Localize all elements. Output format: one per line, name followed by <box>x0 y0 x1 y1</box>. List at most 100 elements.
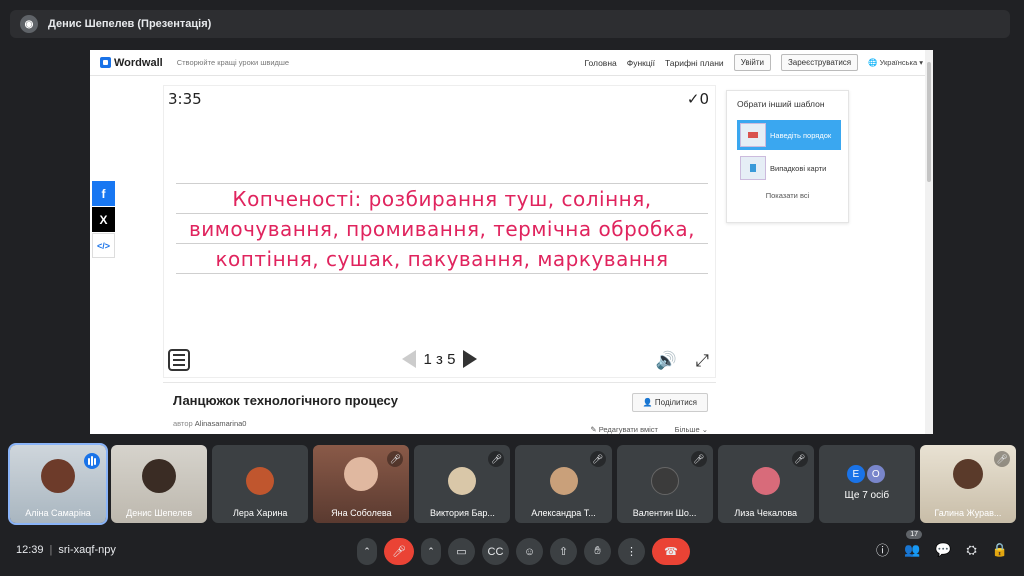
raise-hand-button[interactable]: ✋︎ <box>584 538 611 565</box>
chat-icon[interactable]: 💬 <box>935 542 951 558</box>
participant-name: Денис Шепелев <box>126 508 193 518</box>
more-dropdown[interactable]: Більше ⌄ <box>675 425 708 434</box>
present-button[interactable]: ⇧ <box>550 538 577 565</box>
participant-tile[interactable]: 🎤︎ Галина Журав... <box>919 445 1016 523</box>
mic-off-icon: 🎤︎ <box>488 451 505 467</box>
pager: 1 з 5 <box>401 350 478 368</box>
sound-icon[interactable]: 🔊 <box>656 351 677 371</box>
prev-arrow-icon[interactable] <box>401 350 416 368</box>
card-line: коптіння, сушак, пакування, маркування <box>176 243 708 274</box>
card-text[interactable]: Копченості: розбирання туш, соління, вим… <box>176 183 708 274</box>
embed-icon[interactable]: </> <box>92 233 115 258</box>
participant-name: Лера Харина <box>233 508 288 518</box>
presentation-title: Денис Шепелев (Презентація) <box>48 18 212 30</box>
nav-link-home[interactable]: Головна <box>584 58 616 68</box>
template-order-icon <box>740 123 766 147</box>
mic-off-icon: 🎤︎ <box>589 451 606 467</box>
participant-strip: Аліна Самаріна Денис Шепелев Лера Харина… <box>7 443 1016 525</box>
info-icon[interactable]: ⓘ <box>876 540 889 559</box>
participant-name: Валентин Шо... <box>632 508 697 518</box>
participant-tile[interactable]: Денис Шепелев <box>111 445 208 523</box>
participant-name: Александра Т... <box>531 508 596 518</box>
wordwall-logo-icon <box>100 57 111 68</box>
template-panel-title: Обрати інший шаблон <box>737 99 825 109</box>
host-controls-icon[interactable]: 🔒 <box>992 542 1008 558</box>
card-line: Копченості: розбирання туш, соління, <box>176 183 708 214</box>
page-scrollbar[interactable] <box>925 50 933 434</box>
activity-title: Ланцюжок технологічного процесу <box>173 393 398 408</box>
author-name[interactable]: Alinasamarina0 <box>195 419 247 428</box>
card-line: вимочування, промивання, термічна обробк… <box>176 213 708 244</box>
share-sidebar: f X </> <box>92 181 115 259</box>
speaking-indicator-icon <box>84 453 101 469</box>
participant-avatar <box>751 467 780 495</box>
participant-tile[interactable]: 🎤︎ Лиза Чекалова <box>717 445 814 523</box>
camera-button[interactable]: ▭ <box>448 538 475 565</box>
template-panel: Обрати інший шаблон Наведіть порядок Вип… <box>726 90 849 223</box>
participant-initial: O <box>866 465 885 483</box>
captions-button[interactable]: CC <box>482 538 509 565</box>
fullscreen-icon[interactable]: ⤢ <box>695 351 709 371</box>
participant-name: Яна Соболева <box>331 508 392 518</box>
more-options-button[interactable]: ⋮ <box>618 538 645 565</box>
people-count-badge: 17 <box>906 530 922 539</box>
participant-avatar <box>549 467 578 495</box>
edit-content-link[interactable]: ✎ Редагувати вміст <box>590 425 658 434</box>
participant-name: Галина Журав... <box>934 508 1002 518</box>
presentation-bar: ◉ Денис Шепелев (Презентація) <box>10 10 1010 38</box>
participant-tile[interactable]: 🎤︎ Валентин Шо... <box>616 445 713 523</box>
nav-link-features[interactable]: Функції <box>627 58 655 68</box>
participant-name: Лиза Чекалова <box>734 508 798 518</box>
more-participants-label: Ще 7 осіб <box>844 490 890 501</box>
register-button[interactable]: Зареєструватися <box>780 54 859 71</box>
score: ✓0 <box>686 90 709 108</box>
share-button[interactable]: 👤 Поділитися <box>631 393 708 412</box>
template-cards-icon <box>740 156 766 180</box>
show-all-link[interactable]: Показати всі <box>727 191 848 200</box>
template-random-cards[interactable]: Випадкові карти <box>737 153 841 183</box>
participant-avatar <box>448 467 477 495</box>
participant-avatar <box>650 467 679 495</box>
language-selector[interactable]: 🌐 Українська ▾ <box>868 58 923 67</box>
leave-call-button[interactable]: ☎ <box>652 538 690 565</box>
game-area: 3:35 ✓0 Копченості: розбирання туш, солі… <box>163 85 716 378</box>
clock: 12:39 <box>16 544 44 556</box>
activity-info: Ланцюжок технологічного процесу автор Al… <box>163 382 716 434</box>
meeting-controls-bar: 12:39 | sri-xaqf-npy ⌃ 🎤︎ ⌃ ▭ CC ☺ ⇧ ✋︎ ⋮ … <box>0 530 1024 576</box>
facebook-icon[interactable]: f <box>92 181 115 206</box>
mic-off-icon: 🎤︎ <box>993 451 1010 467</box>
next-arrow-icon[interactable] <box>463 350 478 368</box>
participant-initial: E <box>846 465 865 483</box>
participant-tile[interactable]: 🎤︎ Яна Соболева <box>313 445 410 523</box>
participant-tile[interactable]: 🎤︎ Александра Т... <box>515 445 612 523</box>
x-icon[interactable]: X <box>92 207 115 232</box>
author-line: автор Alinasamarina0 <box>173 419 247 428</box>
login-button[interactable]: Увійти <box>733 54 771 71</box>
audio-options-chevron-icon[interactable]: ⌃ <box>357 538 377 565</box>
page-indicator: 1 з 5 <box>423 350 456 368</box>
shared-screen: Wordwall Створюйте кращі уроки швидше Го… <box>90 50 933 434</box>
nav-link-pricing[interactable]: Тарифні плани <box>665 58 724 68</box>
template-order[interactable]: Наведіть порядок <box>737 120 841 150</box>
more-participants-tile[interactable]: E O Ще 7 осіб <box>818 445 915 523</box>
participant-name: Аліна Самаріна <box>25 508 91 518</box>
presenter-avatar-icon: ◉ <box>20 15 38 33</box>
mic-off-button[interactable]: 🎤︎ <box>384 538 414 565</box>
emoji-button[interactable]: ☺ <box>516 538 543 565</box>
participant-tile[interactable]: Аліна Самаріна <box>7 443 109 525</box>
timer: 3:35 <box>168 90 202 108</box>
meeting-code: sri-xaqf-npy <box>58 544 116 556</box>
people-icon[interactable]: 👥 <box>904 542 920 558</box>
activities-icon[interactable]: ⛭ <box>966 542 976 558</box>
participant-tile[interactable]: 🎤︎ Виктория Бар... <box>414 445 511 523</box>
participant-tile[interactable]: Лера Харина <box>212 445 309 523</box>
participant-name: Виктория Бар... <box>429 508 495 518</box>
participant-avatar <box>246 467 275 495</box>
mic-off-icon: 🎤︎ <box>690 451 707 467</box>
video-options-chevron-icon[interactable]: ⌃ <box>421 538 441 565</box>
meeting-info: 12:39 | sri-xaqf-npy <box>16 544 116 556</box>
wordwall-tagline: Створюйте кращі уроки швидше <box>176 58 290 67</box>
mic-off-icon: 🎤︎ <box>791 451 808 467</box>
wordwall-logo[interactable]: Wordwall <box>100 57 163 69</box>
wordwall-navbar: Wordwall Створюйте кращі уроки швидше Го… <box>90 50 933 76</box>
